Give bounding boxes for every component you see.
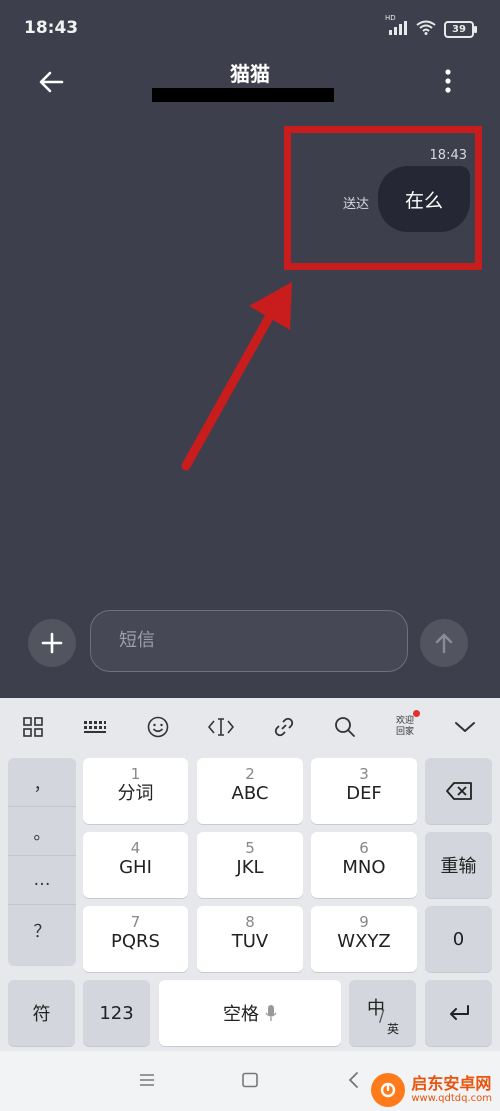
key-5[interactable]: 5 JKL bbox=[197, 832, 303, 898]
collapse-keyboard-icon[interactable] bbox=[448, 710, 482, 744]
punct-period[interactable]: 。 bbox=[8, 807, 76, 856]
arrow-up-icon bbox=[435, 633, 453, 654]
language-switch-key[interactable]: 中 / 英 bbox=[349, 980, 416, 1046]
back-nav-icon[interactable] bbox=[346, 1071, 360, 1089]
sms-input[interactable]: 短信 bbox=[90, 610, 408, 672]
watermark-text-en: www.qdtdq.com bbox=[411, 1093, 492, 1104]
punct-question[interactable]: ？ bbox=[8, 905, 76, 954]
welcome-home-label: 欢迎 回家 bbox=[395, 710, 420, 738]
add-attachment-button[interactable] bbox=[28, 619, 76, 667]
plus-icon bbox=[41, 632, 63, 654]
key-2[interactable]: 2 ABC bbox=[197, 758, 303, 824]
symbols-key[interactable]: 符 bbox=[8, 980, 75, 1046]
key-6[interactable]: 6 MNO bbox=[311, 832, 417, 898]
key-3[interactable]: 3 DEF bbox=[311, 758, 417, 824]
send-button[interactable] bbox=[420, 619, 468, 667]
key-1[interactable]: 1 分词 bbox=[83, 758, 188, 824]
key-9[interactable]: 9 WXYZ bbox=[311, 906, 417, 972]
microphone-icon bbox=[265, 1005, 277, 1021]
key-4[interactable]: 4 GHI bbox=[83, 832, 188, 898]
keyboard: 欢迎 回家 ， 。 … ？ 1 分词 2 ABC 3 DEF 4 GHI 5 JKL 6M… bbox=[0, 698, 500, 1051]
keyboard-layout-icon[interactable] bbox=[78, 710, 112, 744]
reinput-key[interactable]: 重输 bbox=[425, 832, 492, 898]
backspace-icon bbox=[445, 782, 472, 800]
notification-dot bbox=[413, 710, 420, 717]
key-7[interactable]: 7 PQRS bbox=[83, 906, 188, 972]
punct-comma[interactable]: ， bbox=[8, 758, 76, 807]
lang-divider: / bbox=[379, 1006, 385, 1025]
zero-key[interactable]: 0 bbox=[425, 906, 492, 972]
enter-icon bbox=[449, 1005, 469, 1020]
menu-grid-icon[interactable] bbox=[16, 710, 50, 744]
enter-key[interactable] bbox=[425, 980, 492, 1046]
punct-ellipsis[interactable]: … bbox=[8, 856, 76, 905]
watermark: 启东安卓网 www.qdtdq.com bbox=[371, 1073, 492, 1107]
space-key[interactable]: 空格 bbox=[159, 980, 341, 1046]
home-nav-icon[interactable] bbox=[241, 1072, 259, 1088]
numbers-key[interactable]: 123 bbox=[83, 980, 150, 1046]
welcome-line-1: 欢迎 bbox=[395, 716, 414, 726]
punctuation-column[interactable]: ， 。 … ？ bbox=[8, 758, 76, 966]
watermark-text-cn: 启东安卓网 bbox=[411, 1074, 492, 1093]
key-8[interactable]: 8 TUV bbox=[197, 906, 303, 972]
search-icon[interactable] bbox=[328, 710, 362, 744]
welcome-home-button[interactable]: 欢迎 回家 bbox=[388, 710, 422, 744]
backspace-key[interactable] bbox=[425, 758, 492, 824]
menu-nav-icon[interactable] bbox=[138, 1073, 156, 1087]
link-icon[interactable] bbox=[267, 710, 301, 744]
watermark-logo-icon bbox=[371, 1073, 406, 1107]
navigation-bar: 启东安卓网 www.qdtdq.com bbox=[0, 1051, 500, 1111]
annotation-arrow-icon bbox=[181, 282, 292, 471]
welcome-line-2: 回家 bbox=[395, 727, 414, 737]
lang-en-label: 英 bbox=[387, 1022, 400, 1036]
cursor-move-icon[interactable] bbox=[204, 710, 238, 744]
emoji-icon[interactable] bbox=[141, 710, 175, 744]
